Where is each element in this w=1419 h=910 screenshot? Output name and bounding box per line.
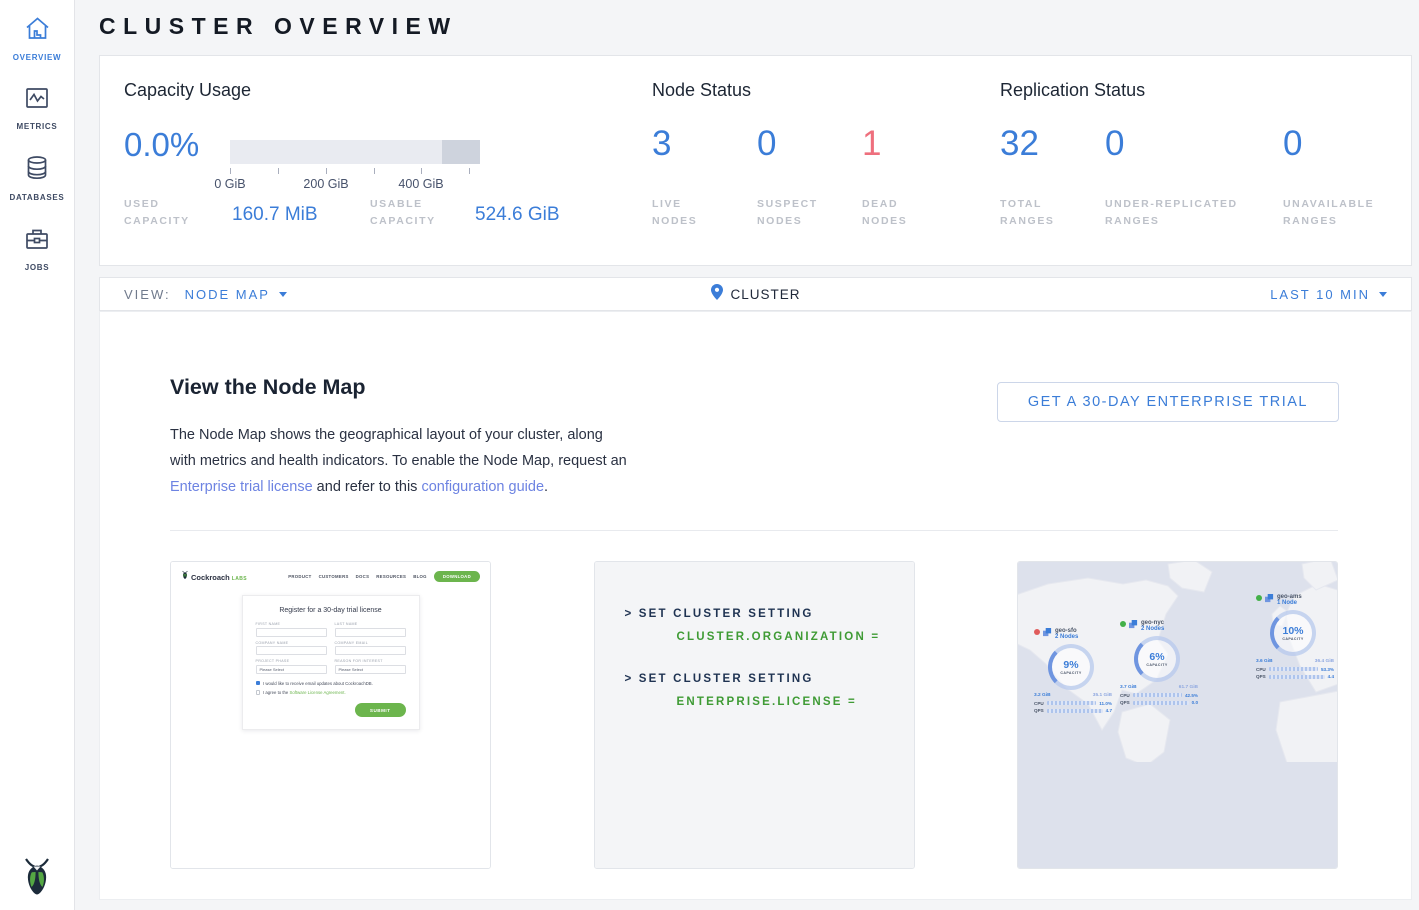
total-ranges-label: TOTALRANGES: [1000, 196, 1055, 230]
sidebar: OVERVIEW METRICS DATABASES: [0, 0, 75, 910]
view-toolbar: VIEW: NODE MAP CLUSTER LAST 10 MIN: [99, 277, 1412, 311]
capacity-percent: 0.0%: [124, 126, 199, 164]
enterprise-trial-button[interactable]: GET A 30-DAY ENTERPRISE TRIAL: [997, 382, 1339, 422]
cockroach-labs-wordmark: Cockroach LABS: [181, 570, 247, 582]
cockroach-labs-logo: [0, 856, 74, 898]
sidebar-item-jobs[interactable]: JOBS: [0, 210, 74, 280]
capacity-axis-tick: 0 GiB: [214, 177, 245, 191]
sql-setting: ENTERPRISE.LICENSE =: [677, 696, 914, 708]
page-title: CLUSTER OVERVIEW: [99, 13, 458, 40]
step3-caption: Step 3: Refer this configuration guide t…: [1018, 868, 1337, 869]
enterprise-trial-license-link[interactable]: Enterprise trial license: [170, 479, 313, 495]
step3-card: geo-sfo2 Nodes 9%CAPACITY 3.2 GiB35.1 Gi…: [1017, 561, 1338, 869]
sql-command: > SET CLUSTER SETTING: [625, 673, 914, 685]
sidebar-item-label: DATABASES: [10, 193, 65, 202]
home-icon: [24, 16, 51, 46]
step2-code-block: > SET CLUSTER SETTING CLUSTER.ORGANIZATI…: [595, 562, 914, 868]
content-area: CLUSTER OVERVIEW Capacity Usage 0.0% 0 G…: [75, 0, 1419, 910]
nodes-icon: [1129, 620, 1138, 629]
replication-status-section: Replication Status 32 0 0 TOTALRANGES UN…: [1000, 56, 1413, 265]
step1-card: Cockroach LABS PRODUCT CUSTOMERS DOCS RE…: [170, 561, 491, 869]
suspect-nodes-label: SUSPECTNODES: [757, 196, 818, 230]
status-dot-green: [1256, 595, 1262, 601]
site-nav: PRODUCT CUSTOMERS DOCS RESOURCES BLOG DO…: [288, 571, 480, 582]
database-icon: [25, 155, 49, 186]
chevron-down-icon: [279, 292, 287, 297]
time-range-value: LAST 10 MIN: [1270, 287, 1370, 302]
nodes-icon: [1265, 594, 1274, 603]
status-dot-red: [1034, 629, 1040, 635]
suspect-nodes-count: 0: [757, 124, 776, 164]
node-status-section: Node Status 3 0 1 LIVENODES SUSPECTNODES…: [652, 56, 1000, 265]
usable-capacity-value: 524.6 GiB: [475, 204, 560, 226]
total-ranges-count: 32: [1000, 124, 1039, 164]
map-locality: geo-sfo2 Nodes 9%CAPACITY 3.2 GiB35.1 Gi…: [1034, 628, 1126, 713]
used-capacity-value: 160.7 MiB: [232, 204, 318, 226]
map-locality: geo-ams1 Node 10%CAPACITY 3.6 GiB36.4 Gi…: [1256, 594, 1336, 679]
checkbox-checked-icon: [256, 681, 261, 686]
dead-nodes-count: 1: [862, 124, 881, 164]
sidebar-item-label: OVERVIEW: [13, 53, 62, 62]
live-nodes-count: 3: [652, 124, 671, 164]
view-selector-dropdown[interactable]: NODE MAP: [185, 287, 287, 302]
cluster-summary-card: Capacity Usage 0.0% 0 GiB 200 GiB 400 Gi…: [99, 55, 1412, 266]
replication-status-title: Replication Status: [1000, 80, 1145, 101]
nodes-icon: [1043, 628, 1052, 637]
capacity-axis-tick: 400 GiB: [398, 177, 443, 191]
map-pin-icon: [710, 284, 722, 305]
capacity-usage-title: Capacity Usage: [124, 80, 251, 101]
node-map-panel: View the Node Map The Node Map shows the…: [99, 311, 1412, 900]
sidebar-item-metrics[interactable]: METRICS: [0, 70, 74, 139]
time-range-dropdown[interactable]: LAST 10 MIN: [1270, 287, 1387, 302]
capacity-axis-tick: 200 GiB: [303, 177, 348, 191]
under-replicated-ranges-label: UNDER-REPLICATEDRANGES: [1105, 196, 1238, 230]
submit-pill: SUBMIT: [355, 703, 406, 717]
step1-screenshot: Cockroach LABS PRODUCT CUSTOMERS DOCS RE…: [171, 562, 490, 868]
step3-node-map-preview: geo-sfo2 Nodes 9%CAPACITY 3.2 GiB35.1 Gi…: [1018, 562, 1337, 868]
unavailable-ranges-label: UNAVAILABLERANGES: [1283, 196, 1374, 230]
sidebar-item-overview[interactable]: OVERVIEW: [0, 0, 74, 70]
step2-caption: Step 2: Activate the trial license with …: [595, 868, 914, 869]
steps-row: Cockroach LABS PRODUCT CUSTOMERS DOCS RE…: [170, 561, 1338, 869]
panel-heading: View the Node Map: [170, 375, 366, 400]
capacity-bar: 0 GiB 200 GiB 400 GiB: [230, 140, 480, 164]
under-replicated-ranges-count: 0: [1105, 124, 1124, 164]
divider: [170, 530, 1338, 531]
sidebar-item-label: METRICS: [17, 122, 58, 131]
step1-caption: Step 1: Get a trial license delivered st…: [171, 868, 490, 869]
live-nodes-label: LIVENODES: [652, 196, 697, 230]
view-selector-value: NODE MAP: [185, 287, 270, 302]
sql-command: > SET CLUSTER SETTING: [625, 608, 914, 620]
node-status-title: Node Status: [652, 80, 751, 101]
panel-description: The Node Map shows the geographical layo…: [170, 422, 632, 500]
map-locality: geo-nyc2 Nodes 6%CAPACITY 3.7 GiB61.7 Gi…: [1120, 620, 1212, 705]
breadcrumb-cluster-label: CLUSTER: [730, 287, 800, 302]
checkbox-icon: [256, 690, 261, 695]
sidebar-item-label: JOBS: [25, 263, 50, 272]
step2-card: > SET CLUSTER SETTING CLUSTER.ORGANIZATI…: [594, 561, 915, 869]
unavailable-ranges-count: 0: [1283, 124, 1302, 164]
chevron-down-icon: [1379, 292, 1387, 297]
form-title: Register for a 30-day trial license: [256, 607, 406, 614]
download-pill: DOWNLOAD: [434, 571, 480, 582]
configuration-guide-link[interactable]: configuration guide: [421, 479, 544, 495]
usable-capacity-label: USABLECAPACITY: [370, 196, 436, 230]
breadcrumb: CLUSTER: [710, 284, 800, 305]
dead-nodes-label: DEADNODES: [862, 196, 907, 230]
status-dot-green: [1120, 621, 1126, 627]
sql-setting: CLUSTER.ORGANIZATION =: [677, 631, 914, 643]
metrics-icon: [24, 86, 50, 115]
briefcase-icon: [24, 226, 50, 256]
sidebar-item-databases[interactable]: DATABASES: [0, 139, 74, 210]
view-label: VIEW:: [124, 287, 171, 302]
trial-registration-form: Register for a 30-day trial license FIRS…: [242, 595, 420, 730]
used-capacity-label: USEDCAPACITY: [124, 196, 190, 230]
capacity-usage-section: Capacity Usage 0.0% 0 GiB 200 GiB 400 Gi…: [124, 56, 652, 265]
bug-icon: [181, 570, 189, 580]
capacity-bar-reserved-segment: [442, 140, 480, 164]
